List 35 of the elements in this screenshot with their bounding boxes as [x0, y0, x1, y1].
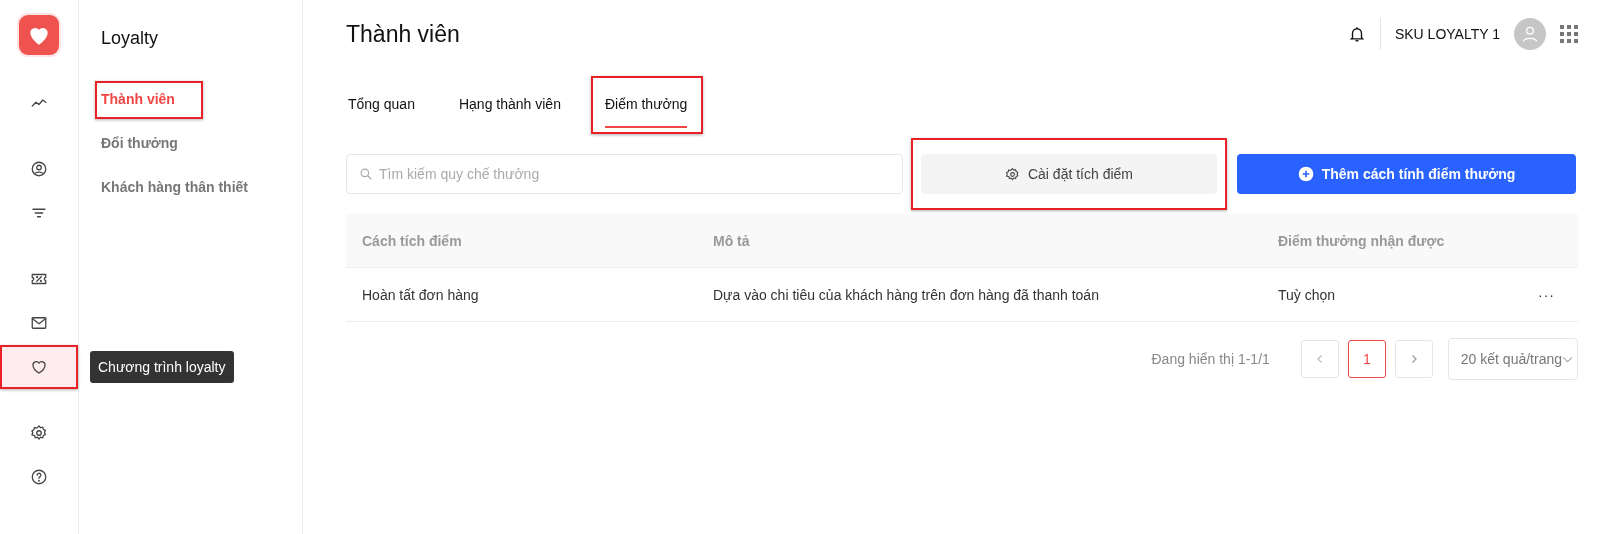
more-menu-button[interactable]: ··· [1538, 286, 1555, 303]
mail-icon [30, 314, 48, 332]
search-icon [359, 167, 373, 181]
pagination-summary: Đang hiển thị 1-1/1 [1151, 351, 1270, 367]
column-header: Mô tả [713, 232, 751, 249]
page-title: Thành viên [346, 20, 460, 48]
column-header: Cách tích điểm [361, 232, 463, 249]
help-icon [30, 468, 48, 486]
section-title: Loyalty [101, 28, 159, 49]
user-circle-icon [30, 160, 48, 178]
bell-icon[interactable] [1347, 25, 1366, 43]
table-cell-text: Tuỳ chọn [1278, 286, 1337, 303]
user-name: SKU LOYALTY 1 [1394, 26, 1500, 42]
plus-circle-icon [1297, 166, 1314, 182]
heart-icon [30, 358, 48, 376]
tab[interactable]: Tổng quan [348, 96, 415, 128]
page-size-dropdown[interactable]: 20 kết quả/trang [1447, 338, 1578, 380]
app-logo-icon [19, 15, 59, 55]
apps-grid-icon[interactable] [1560, 25, 1578, 43]
subnav-item[interactable]: Thành viên [101, 91, 175, 107]
tooltip: Chương trình loyalty [90, 351, 234, 383]
settings-button[interactable]: Cài đặt tích điểm [921, 154, 1217, 194]
subnav-item[interactable]: Đổi thưởng [101, 135, 178, 151]
add-button[interactable]: Thêm cách tính điểm thưởng [1237, 154, 1576, 194]
page-button[interactable]: 1 [1347, 340, 1386, 378]
subnav-item[interactable]: Khách hàng thân thiết [101, 179, 248, 195]
table-cell-text: Dựa vào chi tiêu của khách hàng trên đơn hàng đã thanh toán [713, 286, 1100, 303]
settings-icon [1004, 166, 1020, 182]
table-cell-text: Hoàn tất đơn hàng [361, 286, 480, 303]
tab[interactable]: Điểm thưởng [604, 96, 688, 128]
column-header: Điểm thưởng nhận được [1278, 232, 1446, 249]
tab[interactable]: Hạng thành viên [458, 96, 561, 128]
search-field[interactable]: Tìm kiếm quy chế thưởng [346, 154, 903, 194]
gear-icon [30, 424, 48, 442]
avatar-icon[interactable] [1514, 18, 1546, 50]
